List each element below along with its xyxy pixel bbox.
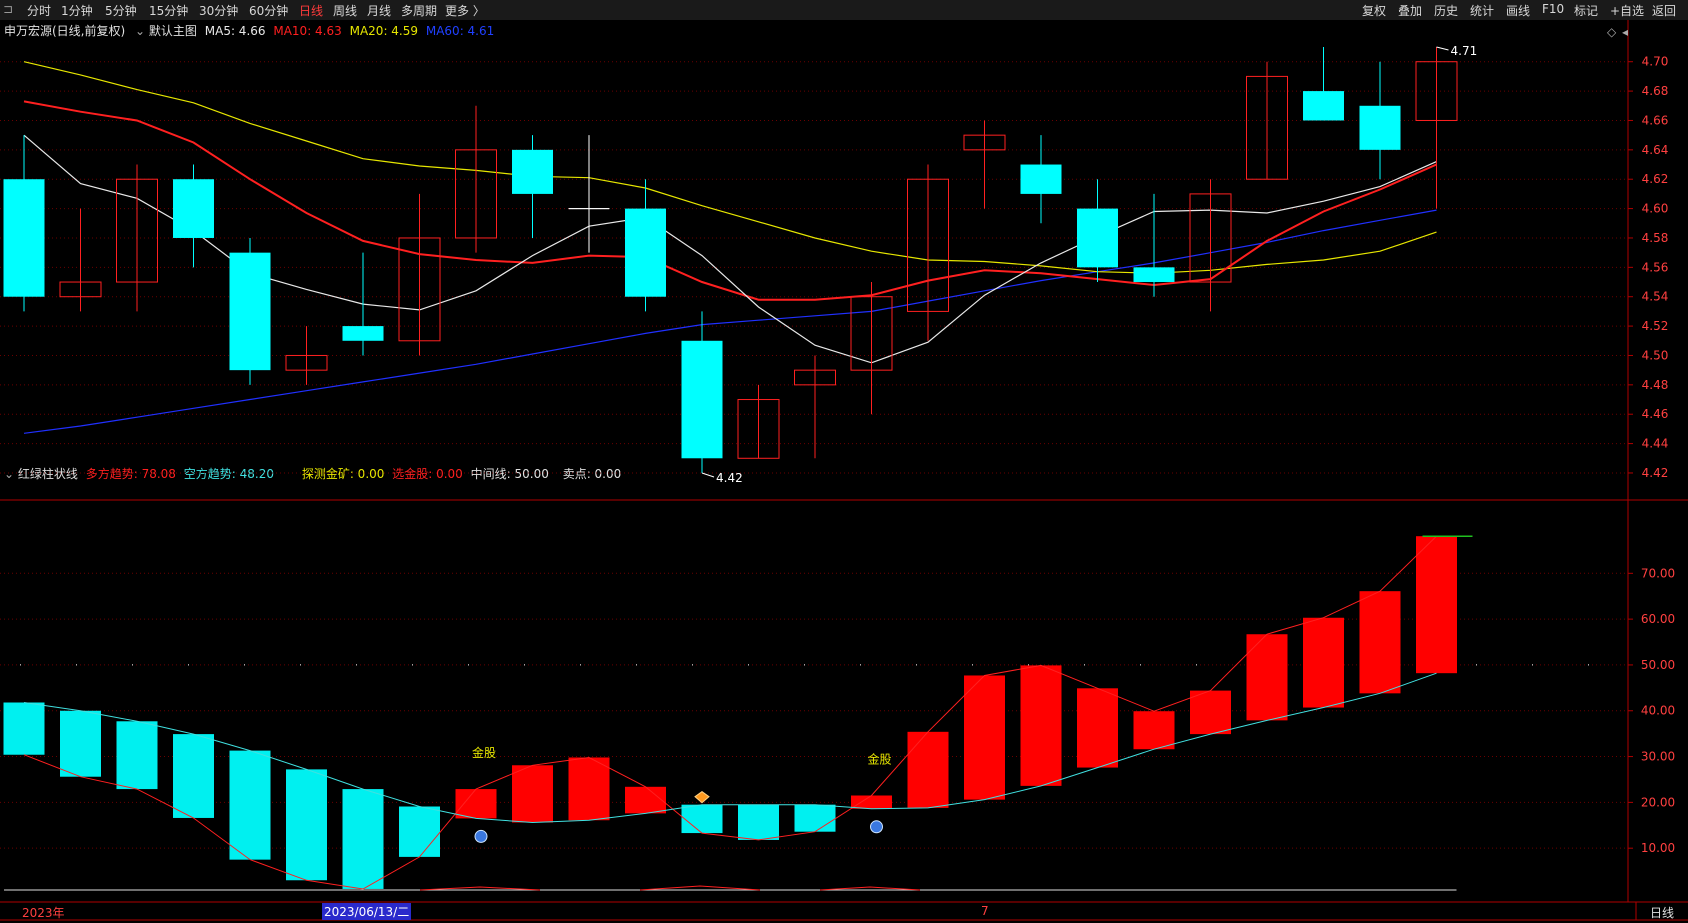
sub-baseline-bump: [639, 885, 761, 891]
red-bar: [625, 786, 666, 814]
red-bar: [1359, 591, 1401, 694]
red-bar: [851, 795, 892, 809]
diamond-signal-icon: [694, 791, 710, 804]
price-tick-label: 4.58: [1642, 231, 1669, 245]
candle-body: [1077, 208, 1118, 268]
candle-body: [681, 340, 723, 459]
red-bar: [1416, 536, 1457, 674]
price-tick-label: 4.52: [1642, 319, 1669, 333]
red-bar: [1077, 688, 1118, 768]
candle-body: [1303, 91, 1344, 121]
candle-body: [1359, 105, 1401, 150]
red-bar: [964, 675, 1005, 800]
arrow-left-icon: ◂: [1622, 25, 1628, 39]
green-bar: [60, 710, 101, 777]
period-label[interactable]: 日线: [1650, 904, 1674, 921]
timeline-month: 7: [981, 904, 989, 918]
red-bar: [1303, 617, 1344, 708]
indicator-tick-label: 30.00: [1641, 750, 1675, 764]
price-tick-label: 4.66: [1642, 113, 1669, 127]
red-bar: [1020, 665, 1062, 786]
price-tick-label: 4.62: [1642, 172, 1669, 186]
ma20-line: [23, 61, 1437, 274]
indicator-tick-label: 10.00: [1641, 841, 1675, 855]
kline-chart[interactable]: 4.70 4.68 4.66 4.64 4.62 4.60 4.58 4.56 4.54 4.52…: [0, 0, 1688, 923]
price-tick-label: 4.46: [1642, 407, 1669, 421]
low-marker: [701, 472, 715, 478]
indicator-tick-label: 20.00: [1641, 795, 1675, 809]
price-tick-label: 4.56: [1642, 260, 1669, 274]
indicator-tick-label: 60.00: [1641, 612, 1675, 626]
red-bar: [907, 731, 949, 808]
candle-body: [173, 179, 214, 238]
price-tick-label: 4.50: [1642, 348, 1669, 362]
indicator-tick-label: 40.00: [1641, 704, 1675, 718]
golden-stock-label: 金股: [472, 745, 496, 760]
diamond-icon: ◇: [1607, 25, 1617, 39]
candle-body: [512, 149, 553, 194]
indicator-tick-label: 70.00: [1641, 566, 1675, 580]
price-tick-label: 4.54: [1642, 290, 1669, 304]
price-tick-label: 4.68: [1642, 84, 1669, 98]
green-bar: [681, 804, 723, 834]
candle-body: [342, 326, 384, 341]
candle-body: [625, 208, 666, 297]
green-bar: [738, 804, 779, 840]
high-label: 4.71: [1451, 44, 1478, 58]
candle-body: [3, 179, 45, 297]
price-tick-label: 4.60: [1642, 202, 1669, 216]
candle-body: [1133, 267, 1175, 283]
price-tick-label: 4.42: [1642, 466, 1669, 480]
red-bar: [1190, 690, 1231, 735]
indicator-tick-label: 50.00: [1641, 658, 1675, 672]
green-bar: [229, 750, 271, 860]
red-bar: [1133, 711, 1175, 750]
timeline-bar: 2023年 2023/06/13/二 7 日线: [0, 901, 1688, 923]
green-bar: [173, 734, 214, 818]
green-bar: [342, 789, 384, 889]
red-bar: [455, 789, 497, 819]
green-bar: [116, 721, 158, 790]
green-bar: [3, 702, 45, 755]
buy-signal-icon: [870, 820, 883, 834]
high-marker: [1436, 46, 1449, 51]
timeline-start: 2023年: [22, 906, 65, 920]
price-tick-label: 4.44: [1642, 437, 1669, 451]
candle-body: [1020, 164, 1062, 194]
timeline-cursor-date: 2023/06/13/二: [322, 903, 412, 920]
green-bar: [286, 769, 327, 881]
low-label: 4.42: [716, 471, 743, 485]
price-tick-label: 4.64: [1642, 143, 1669, 157]
buy-signal-icon: [474, 829, 488, 843]
price-tick-label: 4.48: [1642, 378, 1669, 392]
green-bar: [399, 806, 440, 857]
green-bar: [794, 804, 836, 832]
golden-stock-label: 金股: [867, 752, 891, 767]
red-bar: [568, 757, 610, 821]
red-bar: [512, 765, 553, 823]
candle-body: [229, 252, 271, 371]
red-bar: [1246, 634, 1288, 721]
price-tick-label: 4.70: [1642, 55, 1669, 69]
